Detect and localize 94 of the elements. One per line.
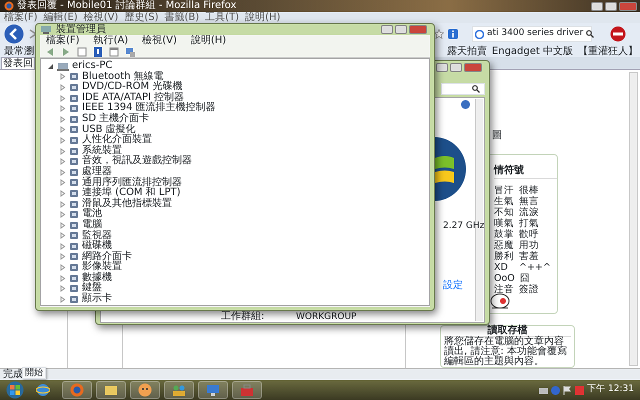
computer-icon (57, 62, 69, 71)
emoticon-link[interactable]: XD (494, 262, 514, 273)
emoticon-link[interactable]: OoO (494, 273, 515, 284)
computer-icon (40, 24, 52, 34)
emoticon-link[interactable]: 惡魔 (494, 240, 514, 251)
search-icon[interactable] (472, 85, 480, 93)
spec-value: WORKGROUP (296, 312, 356, 322)
emoticon-link[interactable]: 用功 (519, 240, 539, 251)
emoticon-icon (489, 293, 511, 309)
firefox-icon (4, 1, 14, 11)
window-title: 裝置管理員 (56, 24, 106, 35)
close-button[interactable] (409, 25, 427, 34)
tree-item[interactable]: 人性化介面裝置 (82, 135, 152, 146)
tree-item[interactable]: 音效，視訊及遊戲控制器 (82, 156, 192, 167)
scrollbar[interactable] (629, 72, 638, 366)
tree-item[interactable]: 數據機 (82, 272, 112, 284)
firefox-icon[interactable] (70, 383, 84, 397)
star-icon[interactable] (434, 29, 444, 39)
emoticon-link[interactable]: 嘆氣 (494, 218, 514, 229)
menu-item[interactable]: 檢視(V) (142, 35, 177, 46)
start-orb-icon[interactable] (6, 381, 24, 399)
info-icon (448, 29, 458, 39)
emoticon-link[interactable]: 很棒 (519, 185, 539, 196)
tree-item[interactable]: IEEE 1394 匯流排主機控制器 (82, 103, 216, 114)
menu-item[interactable]: 執行(A) (94, 35, 128, 46)
back-icon[interactable] (4, 24, 24, 44)
tree-item[interactable]: erics-PC (72, 61, 112, 72)
search-icon[interactable] (586, 30, 594, 38)
menu-item[interactable]: 歷史(S) (124, 12, 158, 23)
panel-heading: 讀取存檔 (444, 326, 571, 337)
emoticon-link[interactable]: 歡呼 (519, 229, 539, 240)
search-field[interactable]: ati 3400 series driver (472, 26, 592, 42)
maximize-button[interactable] (605, 2, 617, 10)
emoticon-link[interactable]: 簽證 (519, 284, 539, 295)
emoticon-link[interactable]: 勝利 (494, 251, 514, 262)
settings-link[interactable]: 設定 (443, 278, 463, 293)
emoticon-link[interactable]: 鼓掌 (494, 229, 514, 240)
minimize-button[interactable] (436, 63, 448, 72)
window-icon[interactable] (108, 46, 120, 58)
status-text: 完成 (3, 369, 23, 380)
tree-item[interactable]: SD 主機介面卡 (82, 114, 150, 125)
emoticon-link[interactable]: 流淚 (519, 207, 539, 218)
spec-label: 工作群組: (221, 312, 264, 322)
flag-icon[interactable] (563, 386, 572, 394)
menu-item[interactable]: 編輯(E) (44, 12, 78, 23)
spec-value: 2.27 GHz (443, 220, 484, 233)
clock[interactable]: 下午 12:31 (587, 383, 634, 397)
emoticon-link[interactable]: 生氣 (494, 196, 514, 207)
forward-icon[interactable] (28, 28, 38, 40)
menu-item[interactable]: 檢視(V) (84, 12, 118, 23)
close-button[interactable] (619, 2, 637, 10)
tree-item[interactable]: DVD/CD-ROM 光碟機 (82, 82, 182, 93)
menu-item[interactable]: 檔案(F) (46, 35, 80, 46)
tree-item[interactable]: 處理器 (82, 166, 112, 178)
emoticon-link[interactable]: 害羞 (519, 251, 539, 262)
tree-item[interactable]: 影像裝置 (82, 262, 122, 273)
menu-item[interactable]: 工具(T) (205, 12, 240, 23)
emoticon-link[interactable]: 囧 (520, 273, 540, 284)
close-button[interactable] (464, 63, 482, 72)
emoticon-link[interactable]: 注音 (494, 284, 514, 295)
emoticon-link[interactable]: 冒汗 (494, 185, 514, 196)
address-field[interactable] (441, 83, 485, 95)
tree-item[interactable]: 電池 (82, 209, 102, 220)
face-icon[interactable] (138, 383, 152, 397)
expander-icon[interactable] (47, 62, 54, 70)
bookmark-link[interactable]: 【重灌狂人】 (578, 44, 638, 58)
minimize-button[interactable] (591, 2, 603, 10)
monitor-icon[interactable] (206, 383, 220, 397)
toolbox-icon[interactable] (240, 383, 254, 397)
people-icon[interactable] (172, 383, 186, 397)
bookmark-link[interactable]: Engadget 中文版 (492, 44, 573, 58)
menu-item[interactable]: 檔案(F) (4, 12, 38, 23)
tree-item[interactable]: 連接埠 (COM 和 LPT) (82, 188, 181, 199)
window-title: 發表回覆 - Mobile01 討論群組 - Mozilla Firefox (17, 0, 236, 12)
bookmark-link[interactable]: 最常瀏 (4, 44, 34, 58)
panel-heading: 情符號 (494, 163, 557, 179)
emoticon-link[interactable]: 無言 (519, 196, 539, 207)
tree-item[interactable]: 電腦 (82, 220, 102, 230)
bookmark-link[interactable]: 露天拍賣 (446, 44, 487, 58)
panel-text: 將您儲存在電腦的文章內容讀出, 請注意: 本功能會覆寫編輯區的主題與內容。 (444, 337, 568, 367)
tree-item[interactable]: 顯示卡 (82, 294, 112, 305)
menu-item[interactable]: 說明(H) (190, 35, 226, 46)
tooltip: 開始 (22, 367, 46, 379)
tree-item[interactable]: 磁碟機 (82, 241, 112, 252)
globe-icon[interactable] (36, 383, 50, 397)
stop-sign-icon[interactable] (610, 26, 626, 42)
folder-icon[interactable] (104, 383, 118, 397)
menu-item[interactable]: 說明(H) (245, 12, 280, 23)
emoticon-link[interactable]: 打氣 (519, 218, 539, 229)
browser-tab[interactable]: 發表回 (1, 57, 35, 69)
menu-item[interactable]: 書籤(B) (164, 12, 200, 23)
emoticon-link[interactable]: 不知 (494, 207, 514, 218)
section-label: 圖 (492, 129, 502, 143)
emoticon-link[interactable]: ^++^ (519, 262, 551, 273)
